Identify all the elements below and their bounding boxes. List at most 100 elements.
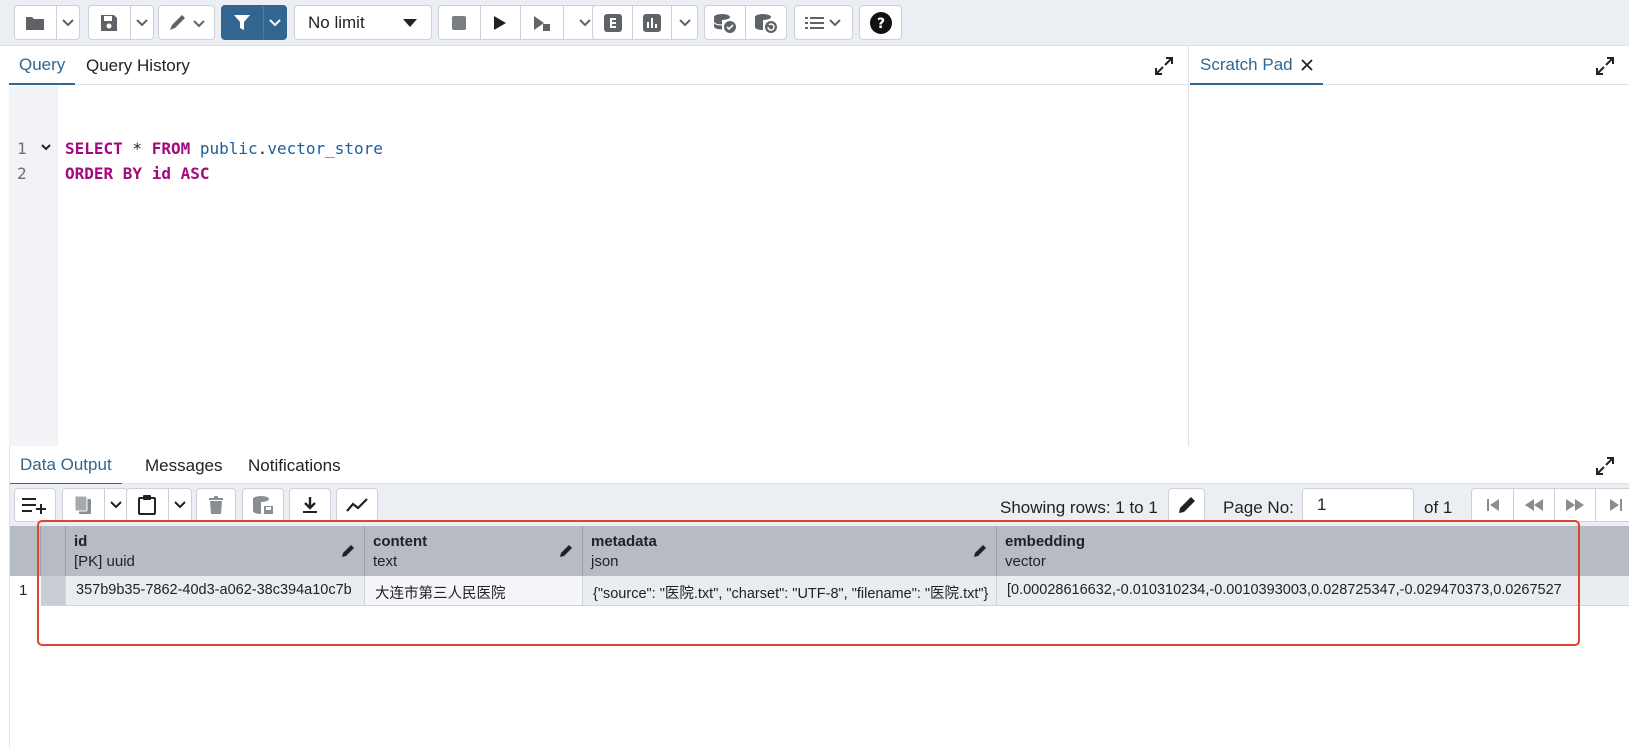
copy-button-group[interactable] bbox=[62, 488, 128, 522]
scratch-pad-label: Scratch Pad bbox=[1200, 54, 1293, 74]
column-name: embedding bbox=[1005, 533, 1086, 550]
scratch-tabbar: Scratch Pad bbox=[1190, 46, 1629, 85]
save-data-icon bbox=[252, 495, 274, 515]
chevron-down-icon[interactable] bbox=[129, 6, 153, 39]
transaction-button-group[interactable] bbox=[704, 5, 787, 40]
keyword: ORDER BY bbox=[65, 164, 143, 183]
next-page-icon[interactable] bbox=[1554, 489, 1595, 521]
save-icon[interactable] bbox=[89, 6, 130, 39]
chevron-down-icon[interactable] bbox=[262, 6, 286, 39]
editor-tabbar: Query Query History bbox=[9, 46, 1188, 85]
tab-query-history[interactable]: Query History bbox=[76, 46, 200, 85]
pencil-icon bbox=[1178, 496, 1196, 514]
play-icon[interactable] bbox=[479, 6, 521, 39]
expand-icon[interactable] bbox=[1154, 56, 1174, 76]
explain-button-group[interactable] bbox=[592, 5, 698, 40]
code-line-2[interactable]: ORDER BY id ASC bbox=[65, 164, 210, 183]
keyword: SELECT bbox=[65, 139, 123, 158]
column-header-embedding[interactable]: embedding vector bbox=[997, 526, 1629, 576]
open-file-button-group[interactable] bbox=[14, 5, 80, 40]
delete-row-button[interactable] bbox=[196, 488, 236, 522]
query-editor-panel: Query Query History 1 2 SELECT * FROM pu… bbox=[9, 46, 1189, 446]
line-number: 1 bbox=[17, 139, 27, 158]
line-number-gutter: 1 2 bbox=[9, 86, 58, 446]
save-data-button[interactable] bbox=[242, 488, 284, 522]
help-icon: ? bbox=[869, 11, 892, 34]
execute-button-group[interactable] bbox=[438, 5, 608, 40]
caret-down-icon bbox=[403, 18, 417, 27]
code-line-1[interactable]: SELECT * FROM public.vector_store bbox=[65, 139, 383, 158]
stop-icon[interactable] bbox=[439, 6, 480, 39]
row-selector[interactable] bbox=[41, 576, 66, 606]
tab-messages[interactable]: Messages bbox=[135, 446, 232, 485]
pagination-controls bbox=[1471, 488, 1629, 522]
tab-notifications[interactable]: Notifications bbox=[238, 446, 351, 485]
row-limit-value: No limit bbox=[308, 12, 365, 32]
trash-icon bbox=[209, 496, 223, 514]
edit-button[interactable] bbox=[158, 5, 215, 40]
pencil-icon[interactable] bbox=[341, 544, 355, 558]
previous-page-icon[interactable] bbox=[1513, 489, 1554, 521]
select-all-header[interactable] bbox=[41, 526, 66, 576]
showing-rows-text: Showing rows: 1 to 1 bbox=[1000, 498, 1158, 517]
tab-scratch-pad[interactable]: Scratch Pad bbox=[1190, 46, 1323, 85]
commit-icon[interactable] bbox=[705, 6, 745, 39]
first-page-icon[interactable] bbox=[1472, 489, 1513, 521]
add-row-button[interactable] bbox=[14, 488, 56, 522]
save-button-group[interactable] bbox=[88, 5, 154, 40]
last-page-icon[interactable] bbox=[1595, 489, 1629, 521]
expand-icon[interactable] bbox=[1595, 456, 1615, 476]
main-toolbar: No limit ? bbox=[0, 0, 1629, 46]
page-count-text: of 1 bbox=[1424, 498, 1453, 517]
explain-analyze-icon[interactable] bbox=[632, 6, 671, 39]
column-type: json bbox=[591, 553, 619, 570]
column-header-content[interactable]: content text bbox=[365, 526, 583, 576]
keyword: FROM bbox=[151, 139, 191, 158]
rollback-icon[interactable] bbox=[745, 6, 786, 39]
column-header-id[interactable]: id [PK] uuid bbox=[66, 526, 365, 576]
fold-chevron-icon[interactable] bbox=[41, 144, 51, 151]
chevron-down-icon[interactable] bbox=[103, 489, 127, 521]
download-button[interactable] bbox=[289, 488, 331, 522]
page-number-input[interactable] bbox=[1302, 488, 1414, 522]
chevron-down-icon[interactable] bbox=[167, 489, 191, 521]
column-header-metadata[interactable]: metadata json bbox=[583, 526, 997, 576]
table-cell-embedding[interactable]: [0.00028616632,-0.010310234,-0.001039300… bbox=[997, 576, 1629, 606]
table-cell-id[interactable]: 357b9b35-7862-40d3-a062-38c394a10c7b bbox=[66, 576, 365, 606]
filter-icon[interactable] bbox=[222, 6, 263, 39]
table-cell-content[interactable]: 大连市第三人民医院 bbox=[365, 576, 583, 606]
filter-button-group[interactable] bbox=[221, 5, 287, 40]
macros-button[interactable] bbox=[794, 5, 853, 40]
paste-icon[interactable] bbox=[127, 489, 168, 521]
output-tabbar: Data Output Messages Notifications bbox=[10, 446, 1629, 485]
tab-query[interactable]: Query bbox=[9, 46, 76, 85]
folder-icon[interactable] bbox=[15, 6, 56, 39]
paste-button-group[interactable] bbox=[126, 488, 192, 522]
column-type: text bbox=[373, 553, 398, 570]
macros-icon bbox=[804, 15, 843, 31]
execute-script-icon[interactable] bbox=[520, 6, 563, 39]
copy-icon[interactable] bbox=[63, 489, 104, 521]
dot: . bbox=[257, 139, 268, 158]
edit-rows-button[interactable] bbox=[1168, 488, 1205, 522]
pencil-icon[interactable] bbox=[973, 544, 987, 558]
row-number-header bbox=[10, 526, 41, 576]
svg-text:?: ? bbox=[876, 16, 884, 32]
keyword: ASC bbox=[180, 164, 210, 183]
graph-visualiser-button[interactable] bbox=[336, 488, 378, 522]
table-name: vector_store bbox=[267, 139, 383, 158]
schema-name: public bbox=[190, 139, 258, 158]
chevron-down-icon[interactable] bbox=[55, 6, 79, 39]
column-type: [PK] uuid bbox=[74, 553, 135, 570]
pencil-icon[interactable] bbox=[559, 544, 573, 558]
help-button[interactable]: ? bbox=[859, 5, 902, 40]
chevron-down-icon[interactable] bbox=[671, 6, 697, 39]
explain-icon[interactable] bbox=[593, 6, 632, 39]
expand-icon[interactable] bbox=[1595, 56, 1615, 76]
row-limit-select[interactable]: No limit bbox=[294, 5, 432, 40]
column-name: metadata bbox=[591, 533, 657, 550]
column-name: content bbox=[373, 533, 428, 550]
tab-data-output[interactable]: Data Output bbox=[10, 446, 122, 485]
table-cell-metadata[interactable]: {"source": "医院.txt", "charset": "UTF-8",… bbox=[583, 576, 997, 606]
close-icon[interactable] bbox=[1300, 58, 1313, 71]
